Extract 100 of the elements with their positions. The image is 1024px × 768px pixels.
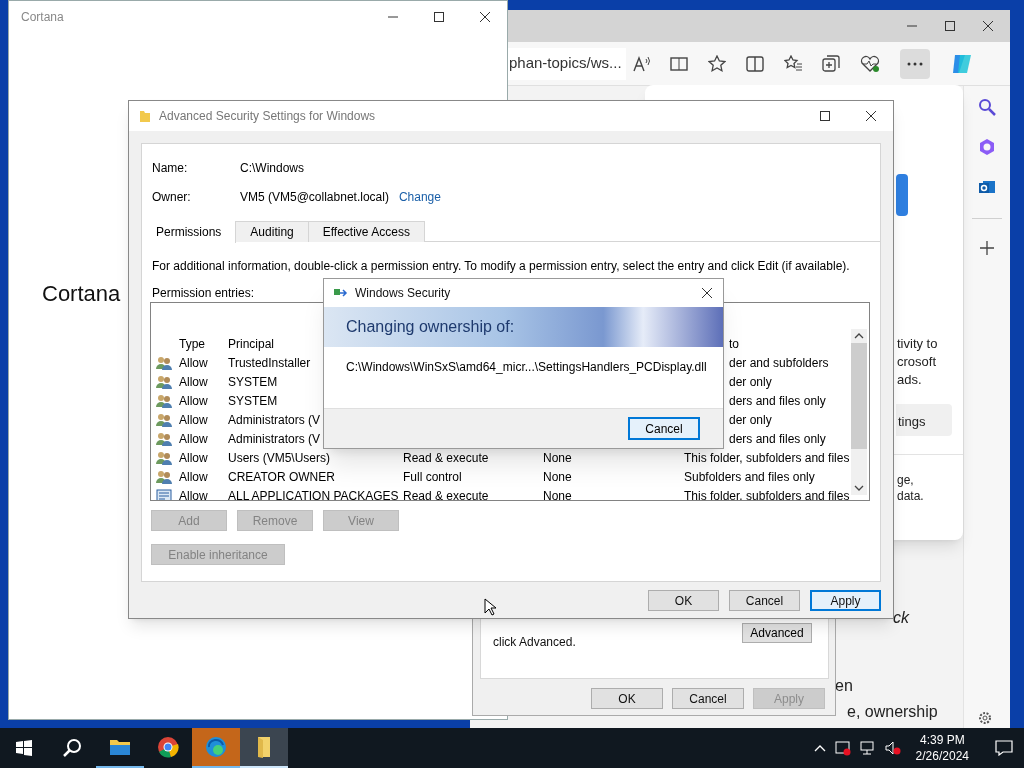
flyout-text: data.	[897, 488, 924, 504]
security-alert-icon[interactable]	[834, 740, 851, 756]
tab[interactable]: Effective Access	[308, 221, 425, 242]
split-screen-icon[interactable]	[746, 54, 764, 73]
window-title: Cortana	[21, 9, 64, 26]
field-value: C:\Windows	[240, 160, 304, 177]
window-title: Windows Security	[355, 285, 451, 302]
table-cell-text: ders and files only	[728, 392, 827, 410]
table-cell-text: Read & execute	[403, 449, 490, 467]
table-cell-text: ALL APPLICATION PACKAGES	[228, 487, 400, 500]
table-cell-text: der only	[728, 411, 773, 429]
table-cell-text: Allow	[179, 430, 209, 448]
reader-icon[interactable]	[670, 54, 688, 73]
address-bar[interactable]: phan-topics/ws...	[508, 47, 626, 80]
table-cell-text: Administrators (V	[228, 430, 322, 448]
edge-icon	[205, 736, 227, 758]
page-text: e, ownership	[847, 702, 938, 722]
settings-button[interactable]: tings	[896, 404, 952, 436]
mouse-pointer-icon	[484, 598, 496, 616]
close-icon[interactable]	[479, 11, 491, 23]
page-text: ck	[893, 608, 909, 628]
more-icon[interactable]	[907, 61, 923, 66]
dialog-button[interactable]: Cancel	[672, 688, 744, 709]
advanced-button[interactable]: Advanced	[742, 623, 812, 643]
scrollbar-thumb[interactable]	[851, 343, 867, 449]
shield-arrow-icon	[334, 287, 348, 299]
table-cell-text: Allow	[179, 354, 209, 372]
star-icon[interactable]	[708, 54, 726, 73]
favorites-icon[interactable]	[784, 54, 802, 73]
column-header[interactable]: Type	[179, 334, 228, 353]
table-cell-text: Full control	[403, 468, 463, 486]
chevron-up-icon[interactable]	[813, 744, 826, 752]
windows-logo-icon[interactable]	[16, 740, 32, 756]
table-cell-text: Allow	[179, 411, 209, 429]
table-cell-text: Allow	[179, 449, 209, 467]
cancel-button[interactable]: Cancel	[628, 417, 700, 440]
field-label: Name:	[152, 160, 189, 177]
users-icon	[156, 431, 172, 446]
table-cell-text: CREATOR OWNER	[228, 468, 336, 486]
table-cell-text: Allow	[179, 373, 209, 391]
settings-icon[interactable]	[977, 710, 993, 726]
tab[interactable]: Permissions	[142, 221, 237, 243]
table-cell-text: SYSTEM	[228, 392, 279, 410]
users-icon	[156, 412, 172, 427]
info-text: For additional information, double-click a permission entry. To modify a permission entry, select the entry and click Edit (if available).	[152, 258, 850, 275]
maximize-icon[interactable]	[819, 110, 831, 122]
table-cell-text: This folder, subfolders and files	[684, 449, 851, 467]
users-icon	[156, 393, 172, 408]
clock-time[interactable]: 4:39 PM	[919, 732, 965, 748]
dialog-button[interactable]: Apply	[810, 590, 881, 611]
close-icon[interactable]	[865, 110, 877, 122]
office-icon[interactable]	[978, 138, 996, 156]
heart-pulse-icon[interactable]	[860, 54, 880, 73]
table-cell-text: None	[543, 468, 573, 486]
table-cell-text: Users (VM5\Users)	[228, 449, 331, 467]
hint-text: click Advanced.	[493, 634, 576, 651]
notifications-icon[interactable]	[995, 740, 1013, 756]
clock-date[interactable]: 2/26/2024	[915, 748, 969, 764]
table-cell-text: Allow	[179, 392, 209, 410]
table-cell-text: SYSTEM	[228, 373, 279, 391]
table-cell-text: ders and files only	[728, 430, 827, 448]
dialog-button[interactable]: OK	[591, 688, 663, 709]
network-icon[interactable]	[859, 740, 876, 756]
chrome-icon	[157, 736, 179, 758]
collections-icon[interactable]	[822, 54, 840, 73]
window-title: Advanced Security Settings for Windows	[159, 108, 376, 125]
close-icon[interactable]	[701, 287, 713, 299]
maximize-icon[interactable]	[944, 20, 956, 32]
users-icon	[156, 469, 172, 484]
table-cell-text: None	[543, 487, 573, 500]
table-cell-text: Allow	[179, 487, 209, 500]
dialog-button[interactable]: OK	[648, 590, 719, 611]
plus-icon[interactable]	[980, 241, 994, 255]
speaker-muted-icon[interactable]	[884, 740, 901, 756]
close-icon[interactable]	[982, 20, 994, 32]
tab[interactable]: Auditing	[236, 221, 309, 242]
table-cell-text: Allow	[179, 468, 209, 486]
banner-heading: Changing ownership of:	[346, 317, 515, 337]
folder-icon	[139, 109, 151, 123]
field-value: VM5 (VM5@collabnet.local)	[240, 189, 389, 206]
address-text: phan-topics/ws...	[509, 53, 622, 74]
users-icon	[156, 374, 172, 389]
users-icon	[156, 355, 172, 370]
app-heading: Cortana	[42, 280, 121, 308]
scrollbar[interactable]	[851, 329, 867, 495]
mail-icon[interactable]	[978, 178, 996, 196]
users-icon	[156, 450, 172, 465]
flyout-text: ads.	[897, 371, 923, 389]
maximize-icon[interactable]	[433, 11, 445, 23]
page-text: en	[835, 676, 853, 696]
dialog-button[interactable]: Cancel	[729, 590, 800, 611]
package-icon	[156, 488, 172, 500]
flyout-text: ge,	[897, 472, 915, 488]
read-aloud-icon[interactable]	[632, 54, 650, 73]
table-cell-text: Read & execute	[403, 487, 490, 500]
table-cell-text: Subfolders and files only	[684, 468, 816, 486]
flyout-text: crosoft	[897, 353, 937, 371]
search-icon[interactable]	[62, 738, 82, 758]
field-label: Owner:	[152, 189, 192, 206]
change-link[interactable]: Change	[398, 188, 441, 206]
